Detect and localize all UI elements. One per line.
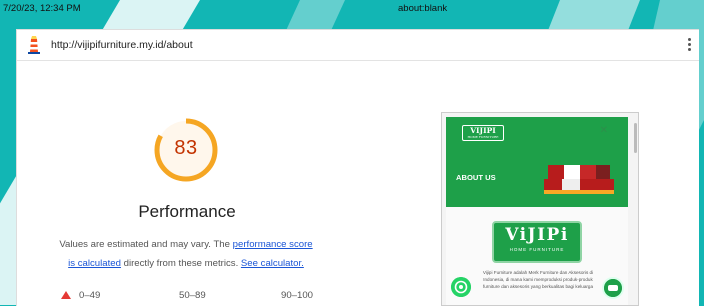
performance-description: Values are estimated and may vary. The p… bbox=[31, 235, 341, 273]
big-logo-text: ViJIPi bbox=[505, 225, 569, 245]
whatsapp-icon bbox=[451, 277, 471, 297]
fail-triangle-icon bbox=[61, 291, 71, 299]
screenshot-scrollbar bbox=[634, 123, 637, 153]
see-calculator-link[interactable]: See calculator. bbox=[241, 258, 304, 269]
about-us-label: ABOUT US bbox=[456, 173, 496, 182]
print-title: about:blank bbox=[398, 3, 448, 14]
url-bar: http://vijipifurniture.my.id/about bbox=[17, 30, 699, 61]
legend-fail: 0–49 bbox=[61, 290, 100, 301]
performance-title: Performance bbox=[138, 202, 236, 221]
site-logo: VIJIPI HOME FURNITURE bbox=[462, 125, 504, 141]
sofa-image bbox=[544, 165, 614, 194]
screenshot-body-text: Vijipi Furniture adalah Merk Furniture d… bbox=[482, 270, 594, 289]
lighthouse-icon bbox=[28, 36, 40, 54]
site-logo-sub: HOME FURNITURE bbox=[467, 135, 499, 139]
lighthouse-report-card: http://vijipifurniture.my.id/about 83 Pe… bbox=[16, 29, 699, 306]
print-date: 7/20/23, 12:34 PM bbox=[3, 3, 81, 14]
desc-text-1: Values are estimated and may vary. The bbox=[59, 239, 233, 250]
print-header: 7/20/23, 12:34 PM about:blank bbox=[0, 0, 704, 20]
big-logo-sub: HOME FURNITURE bbox=[509, 247, 565, 252]
performance-score: 83 bbox=[174, 137, 198, 159]
legend-pass-range: 90–100 bbox=[281, 290, 314, 301]
legend-average: 50–89 bbox=[179, 290, 206, 301]
big-site-logo: ViJIPi HOME FURNITURE bbox=[492, 221, 582, 263]
desc-text-2: directly from these metrics. bbox=[120, 258, 241, 269]
legend-fail-range: 0–49 bbox=[79, 290, 101, 301]
is-calculated-link[interactable]: is calculated bbox=[68, 258, 121, 269]
close-icon: ✕ bbox=[599, 125, 608, 136]
legend-average-range: 50–89 bbox=[179, 290, 206, 301]
chat-icon bbox=[602, 277, 624, 299]
page-url[interactable]: http://vijipifurniture.my.id/about bbox=[51, 39, 193, 51]
legend-pass: 90–100 bbox=[281, 290, 313, 301]
final-screenshot: VIJIPI HOME FURNITURE ✕ ABOUT US ViJIPi H… bbox=[441, 112, 639, 306]
performance-score-link[interactable]: performance score bbox=[233, 239, 313, 250]
screenshot-header: VIJIPI HOME FURNITURE ✕ ABOUT US bbox=[446, 117, 628, 207]
screenshot-body: ViJIPi HOME FURNITURE Vijipi Furniture a… bbox=[446, 207, 628, 305]
kebab-menu-icon[interactable] bbox=[688, 38, 691, 52]
site-logo-text: VIJIPI bbox=[470, 126, 496, 135]
